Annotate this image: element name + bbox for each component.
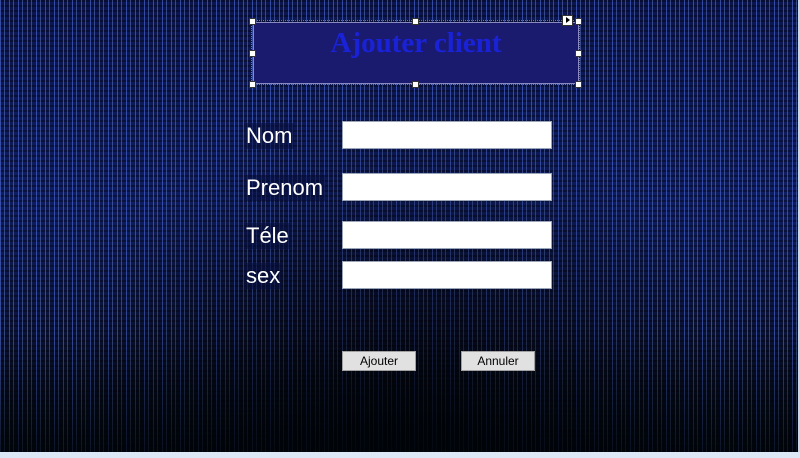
selection-handle-icon[interactable]: [249, 50, 256, 57]
form-canvas: Ajouter client Nom Prenom Téle sex Ajout…: [0, 0, 800, 452]
sex-input[interactable]: [342, 261, 552, 289]
selection-handle-icon[interactable]: [249, 18, 256, 25]
title-label-box[interactable]: Ajouter client: [253, 22, 579, 84]
prenom-label: Prenom: [244, 175, 326, 201]
selection-handle-icon[interactable]: [575, 81, 582, 88]
smart-tag-arrow-icon[interactable]: [562, 15, 573, 26]
page-title: Ajouter client: [330, 27, 502, 59]
prenom-input[interactable]: [342, 173, 552, 201]
add-button[interactable]: Ajouter: [342, 351, 416, 371]
nom-input[interactable]: [342, 121, 552, 149]
sex-label: sex: [244, 263, 283, 289]
tele-label: Téle: [244, 223, 291, 249]
selection-handle-icon[interactable]: [412, 18, 419, 25]
cancel-button[interactable]: Annuler: [461, 351, 535, 371]
tele-input[interactable]: [342, 221, 552, 249]
selection-handle-icon[interactable]: [575, 50, 582, 57]
nom-label: Nom: [244, 123, 295, 149]
selection-handle-icon[interactable]: [412, 81, 419, 88]
selection-handle-icon[interactable]: [249, 81, 256, 88]
selection-handle-icon[interactable]: [575, 18, 582, 25]
